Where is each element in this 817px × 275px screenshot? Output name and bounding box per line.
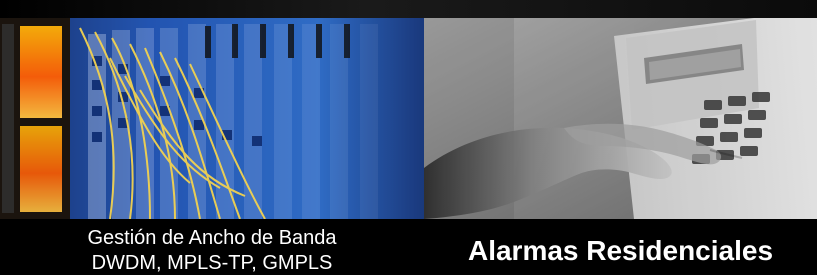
screenshot-root: Gestión de Ancho de Banda DWDM, MPLS-TP,… — [0, 0, 817, 275]
right-caption-title: Alarmas Residenciales — [467, 235, 774, 266]
left-caption-line-2: DWDM, MPLS-TP, GMPLS — [91, 252, 333, 274]
left-caption: Gestión de Ancho de Banda DWDM, MPLS-TP,… — [0, 219, 424, 275]
left-photo-panel[interactable] — [0, 18, 424, 219]
left-caption-line-1: Gestión de Ancho de Banda — [87, 227, 337, 249]
right-photo-panel[interactable] — [424, 18, 817, 219]
top-dark-strip — [0, 0, 817, 18]
fiber-optic-patch-panel-photo-icon — [0, 18, 424, 219]
alarm-keypad-hand-photo-icon — [424, 18, 817, 219]
right-caption: Alarmas Residenciales — [424, 219, 817, 275]
